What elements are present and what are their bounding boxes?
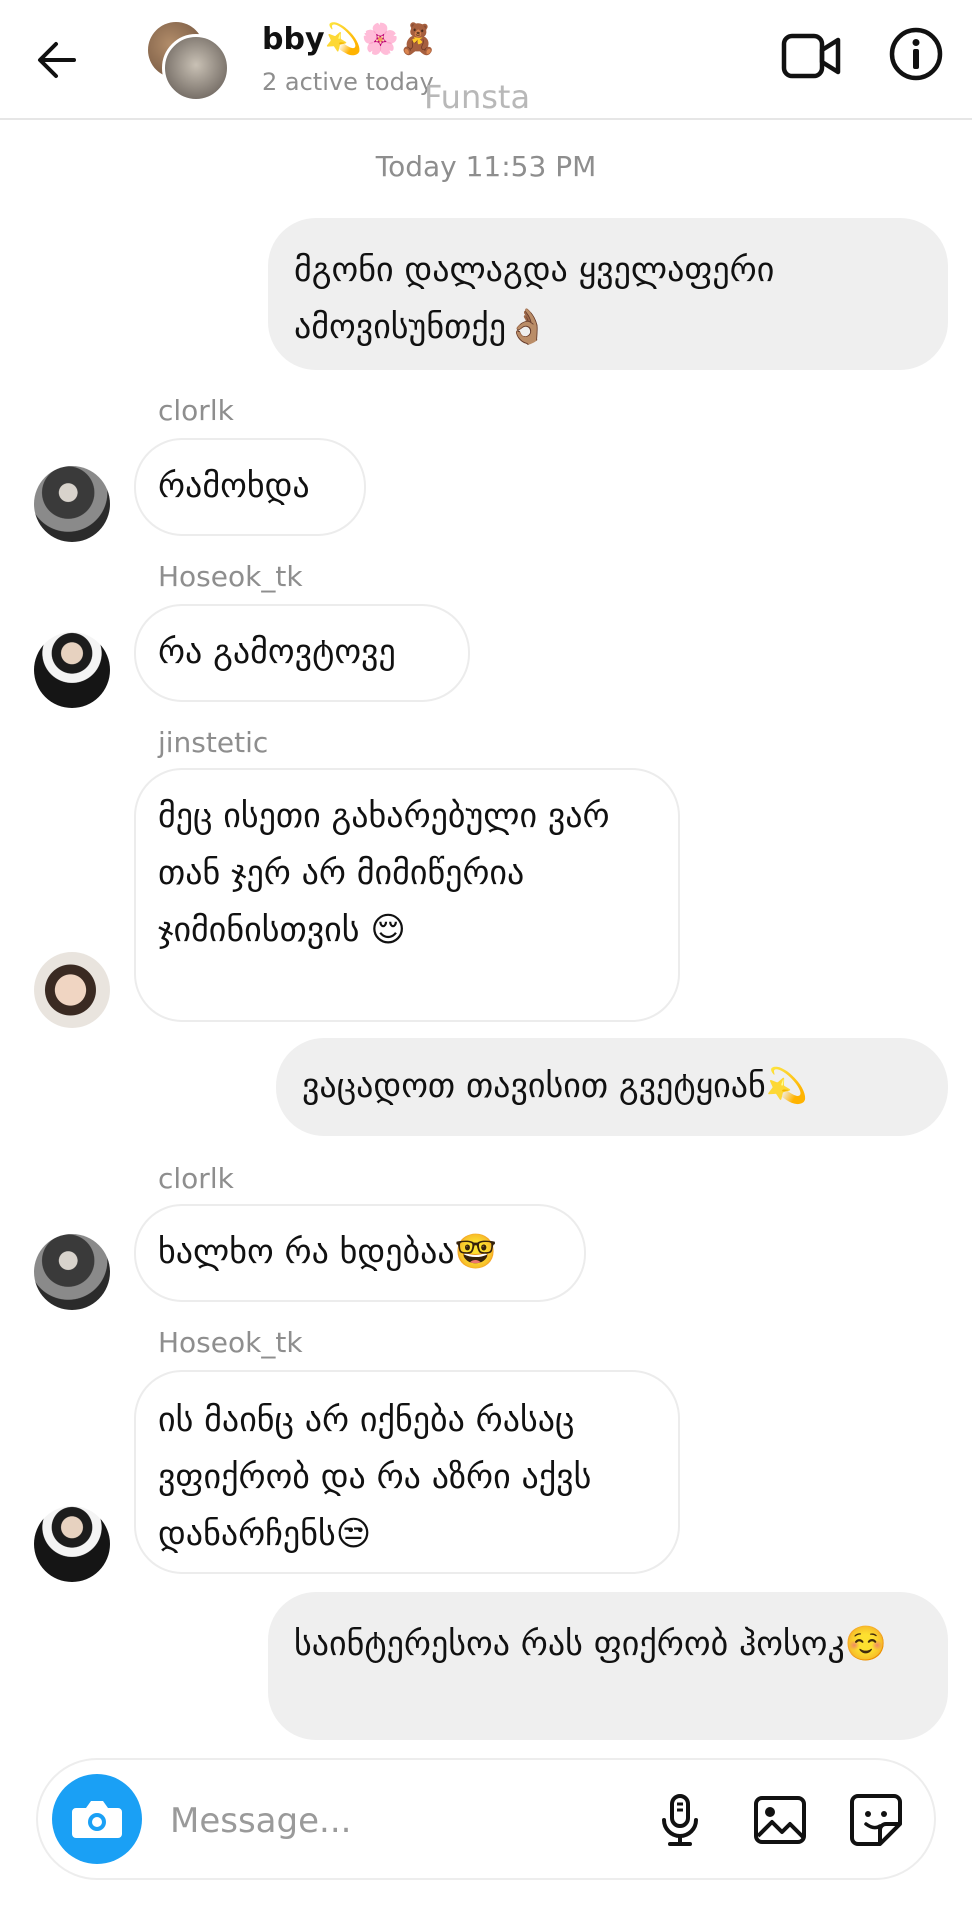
- microphone-icon[interactable]: [650, 1790, 710, 1850]
- message-text: რამოხდა: [158, 466, 310, 506]
- incoming-message[interactable]: ხალხო რა ხდებაა🤓: [134, 1204, 586, 1302]
- message-text: საინტერესოა რას ფიქრობ ჰოსოკ☺️: [294, 1624, 888, 1664]
- chat-title[interactable]: bby💫🌸🧸: [262, 22, 437, 57]
- message-text: მეც ისეთი გახარებული ვარ თან ჯერ არ მიმი…: [158, 796, 610, 950]
- outgoing-message[interactable]: საინტერესოა რას ფიქრობ ჰოსოკ☺️: [268, 1592, 948, 1740]
- incoming-message[interactable]: მეც ისეთი გახარებული ვარ თან ჯერ არ მიმი…: [134, 768, 680, 1022]
- message-text: ის მაინც არ იქნება რასაც ვფიქრობ და რა ა…: [158, 1400, 592, 1554]
- avatar-hoseok[interactable]: [34, 1506, 110, 1582]
- sender-name: Hoseok_tk: [158, 560, 303, 593]
- sender-name: clorlk: [158, 394, 234, 427]
- avatar-clorlk[interactable]: [34, 466, 110, 542]
- chat-timestamp: Today 11:53 PM: [375, 150, 597, 183]
- avatar-clorlk[interactable]: [34, 1234, 110, 1310]
- avatar-jinstetic[interactable]: [34, 952, 110, 1028]
- outgoing-message[interactable]: ვაცადოთ თავისით გვეტყიან💫: [276, 1038, 948, 1136]
- message-text: ვაცადოთ თავისით გვეტყიან💫: [302, 1066, 809, 1106]
- group-avatar-front[interactable]: [162, 34, 230, 102]
- image-icon[interactable]: [750, 1790, 810, 1850]
- sender-name: Hoseok_tk: [158, 1326, 303, 1359]
- sender-name: jinstetic: [158, 726, 269, 759]
- info-icon[interactable]: [888, 26, 944, 82]
- message-input[interactable]: [168, 1790, 632, 1852]
- message-text: მგონი დალაგდა ყველაფერი ამოვისუნთქე👌🏽: [294, 250, 775, 347]
- arrow-left-icon[interactable]: [30, 30, 90, 90]
- incoming-message[interactable]: რამოხდა: [134, 438, 366, 536]
- camera-icon: [72, 1801, 122, 1838]
- sender-name: clorlk: [158, 1162, 234, 1195]
- message-text: რა გამოვტოვე: [158, 632, 396, 672]
- outgoing-message[interactable]: მგონი დალაგდა ყველაფერი ამოვისუნთქე👌🏽: [268, 218, 948, 370]
- active-status: 2 active today: [262, 68, 434, 96]
- camera-button[interactable]: [52, 1774, 142, 1864]
- watermark: Funsta: [424, 78, 531, 116]
- incoming-message[interactable]: ის მაინც არ იქნება რასაც ვფიქრობ და რა ა…: [134, 1370, 680, 1574]
- sticker-icon[interactable]: [846, 1790, 906, 1850]
- incoming-message[interactable]: რა გამოვტოვე: [134, 604, 470, 702]
- video-camera-icon[interactable]: [780, 28, 844, 84]
- message-composer: [36, 1758, 936, 1880]
- chat-header: bby💫🌸🧸 2 active today Funsta: [0, 0, 972, 120]
- avatar-hoseok[interactable]: [34, 632, 110, 708]
- message-text: ხალხო რა ხდებაა🤓: [158, 1232, 497, 1272]
